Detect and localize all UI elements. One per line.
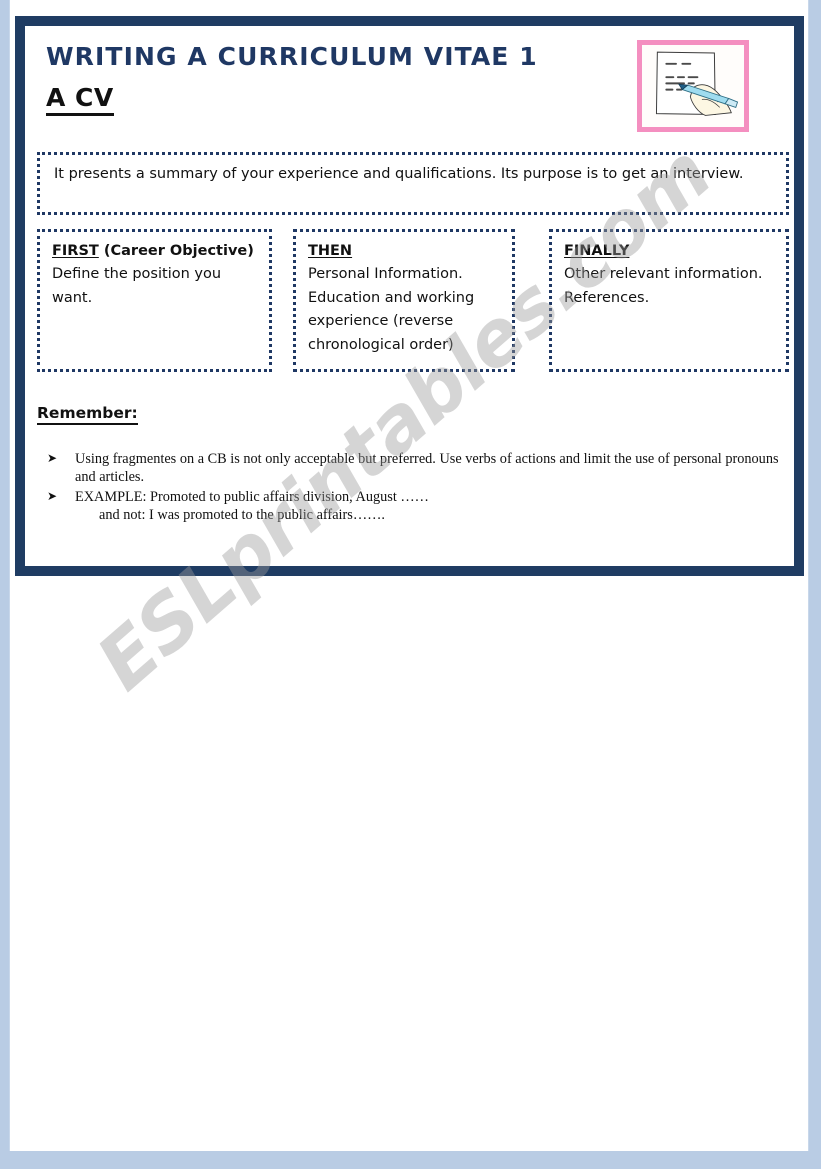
page-title: WRITING A CURRICULUM VITAE 1 xyxy=(46,42,538,71)
list-item: ➤ Using fragmentes on a CB is not only a… xyxy=(47,450,787,487)
hand-writing-cv-svg xyxy=(643,45,743,127)
page-subtitle: A CV xyxy=(46,83,114,116)
remember-list: ➤ Using fragmentes on a CB is not only a… xyxy=(47,450,787,525)
stage-heading-then: THEN xyxy=(308,240,502,262)
stage-box-first: FIRST (Career Objective) Define the posi… xyxy=(37,229,272,372)
stage-box-finally: FINALLY Other relevant information. Refe… xyxy=(549,229,789,372)
worksheet-header: WRITING A CURRICULUM VITAE 1 A CV xyxy=(25,26,794,144)
arrow-bullet-icon: ➤ xyxy=(47,488,58,503)
list-item-text: Using fragmentes on a CB is not only acc… xyxy=(75,450,787,487)
stage-heading-then-underlined: THEN xyxy=(308,243,353,259)
stage-heading-first: FIRST (Career Objective) xyxy=(52,240,259,262)
list-item-line-2: and not: I was promoted to the public af… xyxy=(99,506,386,523)
cv-summary-box: It presents a summary of your experience… xyxy=(37,152,789,215)
stage-box-then: THEN Personal Information. Education and… xyxy=(293,229,515,372)
worksheet-page: WRITING A CURRICULUM VITAE 1 A CV It pre… xyxy=(9,0,809,1151)
worksheet-navy-frame: WRITING A CURRICULUM VITAE 1 A CV It pre… xyxy=(15,16,804,576)
stage-heading-finally-underlined: FINALLY xyxy=(564,243,630,259)
list-item: ➤ EXAMPLE: Promoted to public affairs di… xyxy=(47,488,787,525)
arrow-bullet-icon: ➤ xyxy=(47,451,58,465)
stage-heading-first-rest: (Career Objective) xyxy=(98,243,254,259)
stage-body-then: Personal Information. Education and work… xyxy=(308,266,475,353)
stage-body-finally: Other relevant information. References. xyxy=(564,266,763,306)
list-item-line-1: EXAMPLE: Promoted to public affairs divi… xyxy=(75,488,429,505)
list-item-line-1: Using fragmentes on a CB is not only acc… xyxy=(75,451,779,486)
remember-heading: Remember: xyxy=(37,404,138,425)
hand-writing-cv-illustration xyxy=(637,40,749,132)
stage-heading-first-underlined: FIRST xyxy=(52,243,99,259)
stage-heading-finally: FINALLY xyxy=(564,240,776,262)
list-item-text: EXAMPLE: Promoted to public affairs divi… xyxy=(75,488,787,525)
worksheet-content: WRITING A CURRICULUM VITAE 1 A CV It pre… xyxy=(25,26,794,566)
cv-summary-text: It presents a summary of your experience… xyxy=(54,166,744,182)
stage-body-first: Define the position you want. xyxy=(52,266,222,306)
